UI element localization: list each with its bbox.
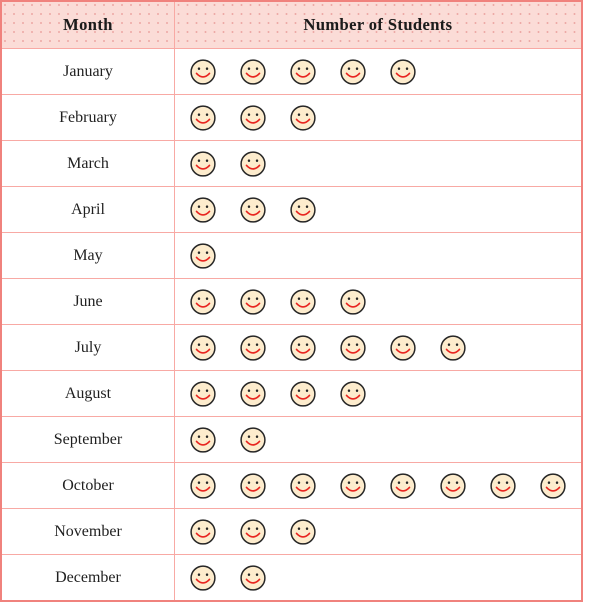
smiley-face-icon	[190, 288, 216, 315]
smiley-face-icon	[240, 150, 266, 177]
smiley-face-icon	[190, 472, 216, 499]
table-row: May	[0, 232, 583, 279]
smiley-face-icon	[490, 472, 516, 499]
smiley-face-icon	[390, 334, 416, 361]
students-cell	[174, 94, 583, 141]
smiley-face-icon	[290, 518, 316, 545]
table-row: August	[0, 370, 583, 417]
smiley-row	[175, 279, 581, 324]
smiley-face-icon	[190, 242, 216, 269]
month-cell: May	[0, 232, 175, 279]
smiley-face-icon	[440, 472, 466, 499]
month-cell: October	[0, 462, 175, 509]
smiley-face-icon	[240, 380, 266, 407]
table-row: December	[0, 554, 583, 602]
smiley-face-icon	[240, 58, 266, 85]
students-cell	[174, 324, 583, 371]
smiley-face-icon	[290, 380, 316, 407]
smiley-face-icon	[190, 58, 216, 85]
smiley-face-icon	[190, 104, 216, 131]
smiley-face-icon	[290, 288, 316, 315]
smiley-row	[175, 555, 581, 600]
month-cell: November	[0, 508, 175, 555]
smiley-row	[175, 417, 581, 462]
month-cell: June	[0, 278, 175, 325]
smiley-face-icon	[190, 334, 216, 361]
smiley-face-icon	[290, 104, 316, 131]
month-cell: January	[0, 48, 175, 95]
month-cell: February	[0, 94, 175, 141]
smiley-face-icon	[340, 472, 366, 499]
column-header-month: Month	[0, 0, 175, 49]
table-row: March	[0, 140, 583, 187]
table-row: February	[0, 94, 583, 141]
header-row: Month Number of Students	[0, 0, 583, 49]
pictograph-table: Month Number of Students January February…	[0, 0, 583, 602]
table-header: Month Number of Students	[0, 0, 583, 49]
smiley-face-icon	[240, 564, 266, 591]
smiley-row	[175, 95, 581, 140]
table-row: April	[0, 186, 583, 233]
smiley-face-icon	[290, 472, 316, 499]
month-cell: April	[0, 186, 175, 233]
smiley-row	[175, 233, 581, 278]
column-header-number-of-students: Number of Students	[174, 0, 583, 49]
smiley-row	[175, 187, 581, 232]
smiley-face-icon	[240, 334, 266, 361]
students-cell	[174, 462, 583, 509]
students-cell	[174, 140, 583, 187]
smiley-face-icon	[340, 380, 366, 407]
smiley-face-icon	[240, 472, 266, 499]
smiley-face-icon	[340, 58, 366, 85]
smiley-row	[175, 49, 581, 94]
month-cell: March	[0, 140, 175, 187]
smiley-face-icon	[190, 196, 216, 223]
table-row: July	[0, 324, 583, 371]
table-row: September	[0, 416, 583, 463]
smiley-face-icon	[190, 380, 216, 407]
students-cell	[174, 278, 583, 325]
smiley-row	[175, 325, 581, 370]
smiley-row	[175, 509, 581, 554]
smiley-face-icon	[390, 472, 416, 499]
table-row: June	[0, 278, 583, 325]
smiley-face-icon	[190, 426, 216, 453]
smiley-row	[175, 371, 581, 416]
smiley-face-icon	[240, 196, 266, 223]
month-cell: July	[0, 324, 175, 371]
table-row: November	[0, 508, 583, 555]
students-cell	[174, 48, 583, 95]
smiley-face-icon	[290, 196, 316, 223]
smiley-row	[175, 463, 581, 508]
smiley-row	[175, 141, 581, 186]
month-cell: August	[0, 370, 175, 417]
table-row: October	[0, 462, 583, 509]
smiley-face-icon	[340, 288, 366, 315]
students-cell	[174, 186, 583, 233]
table-row: January	[0, 48, 583, 95]
smiley-face-icon	[240, 104, 266, 131]
students-cell	[174, 232, 583, 279]
smiley-face-icon	[190, 518, 216, 545]
month-cell: September	[0, 416, 175, 463]
smiley-face-icon	[340, 334, 366, 361]
smiley-face-icon	[540, 472, 566, 499]
smiley-face-icon	[440, 334, 466, 361]
smiley-face-icon	[190, 564, 216, 591]
students-cell	[174, 508, 583, 555]
students-cell	[174, 370, 583, 417]
students-cell	[174, 554, 583, 602]
smiley-face-icon	[190, 150, 216, 177]
month-cell: December	[0, 554, 175, 602]
smiley-face-icon	[290, 334, 316, 361]
table-body: January February March April May June July Augu…	[0, 48, 583, 602]
smiley-face-icon	[390, 58, 416, 85]
smiley-face-icon	[290, 58, 316, 85]
smiley-face-icon	[240, 426, 266, 453]
smiley-face-icon	[240, 518, 266, 545]
students-cell	[174, 416, 583, 463]
smiley-face-icon	[240, 288, 266, 315]
